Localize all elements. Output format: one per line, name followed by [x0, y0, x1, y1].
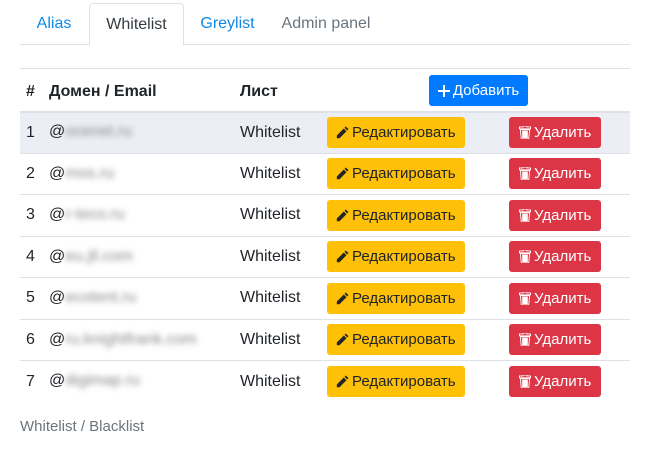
edit-button[interactable]: Редактировать — [327, 366, 465, 397]
domain-prefix: @ — [49, 164, 66, 182]
nav-tabs: Alias Whitelist Greylist Admin panel — [20, 3, 630, 46]
pencil-icon — [336, 292, 349, 304]
row-domain: @eu.jll.com — [45, 236, 240, 278]
column-header-list: Лист — [240, 68, 327, 113]
row-number: 6 — [26, 330, 35, 348]
domain-prefix: @ — [49, 123, 66, 141]
edit-button-label: Редактировать — [352, 331, 456, 349]
delete-button-label: Удалить — [534, 124, 592, 141]
row-list: Whitelist — [240, 164, 301, 182]
domain-blurred: r-teco.ru — [65, 206, 125, 224]
table-row: 5 @ecotent.ru Whitelist Редактировать Удалит… — [20, 278, 630, 320]
trash-icon — [519, 291, 531, 305]
pencil-icon — [336, 167, 349, 180]
domain-prefix: @ — [49, 289, 66, 307]
domain-blurred: eu.jll.com — [65, 247, 133, 265]
tab-admin-panel[interactable]: Admin panel — [276, 3, 376, 45]
domain-prefix: @ — [49, 330, 66, 348]
delete-button-label: Удалить — [534, 248, 592, 266]
row-number: 2 — [26, 164, 35, 182]
row-number: 1 — [26, 123, 35, 141]
table-row: 7 @digimap.ru Whitelist Редактировать Удалит… — [20, 361, 630, 403]
domain-prefix: @ — [49, 247, 66, 265]
column-header-domain: Домен / Email — [45, 68, 240, 113]
domain-blurred: mos.ru — [65, 164, 115, 182]
delete-button-label: Удалить — [534, 206, 592, 224]
row-number: 7 — [26, 372, 35, 390]
row-number: 3 — [26, 206, 35, 224]
delete-button-label: Удалить — [534, 373, 592, 390]
delete-button-label: Удалить — [534, 331, 592, 349]
trash-icon — [519, 126, 531, 139]
edit-button-label: Редактировать — [352, 124, 456, 141]
trash-icon — [519, 333, 531, 347]
trash-icon — [519, 208, 531, 222]
delete-button[interactable]: Удалить — [509, 241, 602, 273]
trash-icon — [519, 375, 531, 388]
delete-button[interactable]: Удалить — [509, 324, 602, 356]
domain-prefix: @ — [49, 206, 66, 224]
edit-button[interactable]: Редактировать — [327, 158, 465, 190]
delete-button[interactable]: Удалить — [509, 366, 602, 397]
table-row: 4 @eu.jll.com Whitelist Редактировать Удалит… — [20, 236, 630, 278]
pencil-icon — [336, 209, 349, 221]
delete-button-label: Удалить — [534, 165, 592, 183]
row-domain: @ocenet.ru — [45, 112, 240, 154]
trash-icon — [519, 250, 531, 264]
row-list: Whitelist — [240, 206, 301, 224]
pencil-icon — [336, 375, 349, 388]
row-domain: @ru.knightfrank.com — [45, 319, 240, 361]
edit-button[interactable]: Редактировать — [327, 199, 465, 231]
edit-button[interactable]: Редактировать — [327, 324, 465, 356]
table-row: 1 @ocenet.ru Whitelist Редактировать Удалить — [20, 111, 630, 154]
trash-icon — [519, 167, 531, 181]
whitelist-table: # Домен / Email Лист 1 @ocenet.ru Whitelis… — [20, 68, 630, 402]
domain-blurred: ru.knightfrank.com — [65, 330, 197, 348]
delete-button-label: Удалить — [534, 289, 592, 307]
domain-blurred: digimap.ru — [65, 372, 140, 390]
edit-button-label: Редактировать — [352, 165, 456, 183]
tab-whitelist[interactable]: Whitelist — [89, 3, 184, 46]
domain-prefix: @ — [49, 372, 66, 390]
delete-button[interactable]: Удалить — [509, 117, 602, 148]
row-list: Whitelist — [240, 247, 301, 265]
row-list: Whitelist — [240, 372, 301, 390]
row-list: Whitelist — [240, 289, 301, 307]
row-number: 5 — [26, 289, 35, 307]
edit-button-label: Редактировать — [352, 289, 456, 307]
table-row: 3 @r-teco.ru Whitelist Редактировать Удалить — [20, 195, 630, 237]
edit-button-label: Редактировать — [352, 206, 456, 224]
edit-button[interactable]: Редактировать — [327, 282, 465, 314]
table-row: 6 @ru.knightfrank.com Whitelist Редактирова… — [20, 319, 630, 361]
domain-blurred: ecotent.ru — [65, 289, 137, 307]
edit-button[interactable]: Редактировать — [327, 117, 465, 148]
pencil-icon — [336, 126, 349, 139]
row-domain: @r-teco.ru — [45, 195, 240, 237]
table-header-row: # Домен / Email Лист — [20, 68, 630, 113]
edit-button[interactable]: Редактировать — [327, 241, 465, 273]
row-domain: @mos.ru — [45, 153, 240, 195]
row-domain: @ecotent.ru — [45, 278, 240, 320]
table-row: 2 @mos.ru Whitelist Редактировать Удалить — [20, 153, 630, 195]
pencil-icon — [336, 333, 349, 346]
row-list: Whitelist — [240, 330, 301, 348]
delete-button[interactable]: Удалить — [509, 282, 602, 314]
footer-text: Whitelist / Blacklist — [20, 418, 145, 435]
edit-button-label: Редактировать — [352, 248, 456, 266]
tab-alias[interactable]: Alias — [20, 3, 88, 45]
row-number: 4 — [26, 247, 35, 265]
column-header-num: # — [20, 68, 45, 113]
delete-button[interactable]: Удалить — [509, 158, 602, 190]
row-list: Whitelist — [240, 123, 301, 141]
delete-button[interactable]: Удалить — [509, 199, 602, 231]
domain-blurred: ocenet.ru — [65, 123, 132, 141]
pencil-icon — [336, 250, 349, 263]
edit-button-label: Редактировать — [352, 373, 456, 390]
tab-greylist[interactable]: Greylist — [190, 3, 265, 45]
row-domain: @digimap.ru — [45, 361, 240, 403]
